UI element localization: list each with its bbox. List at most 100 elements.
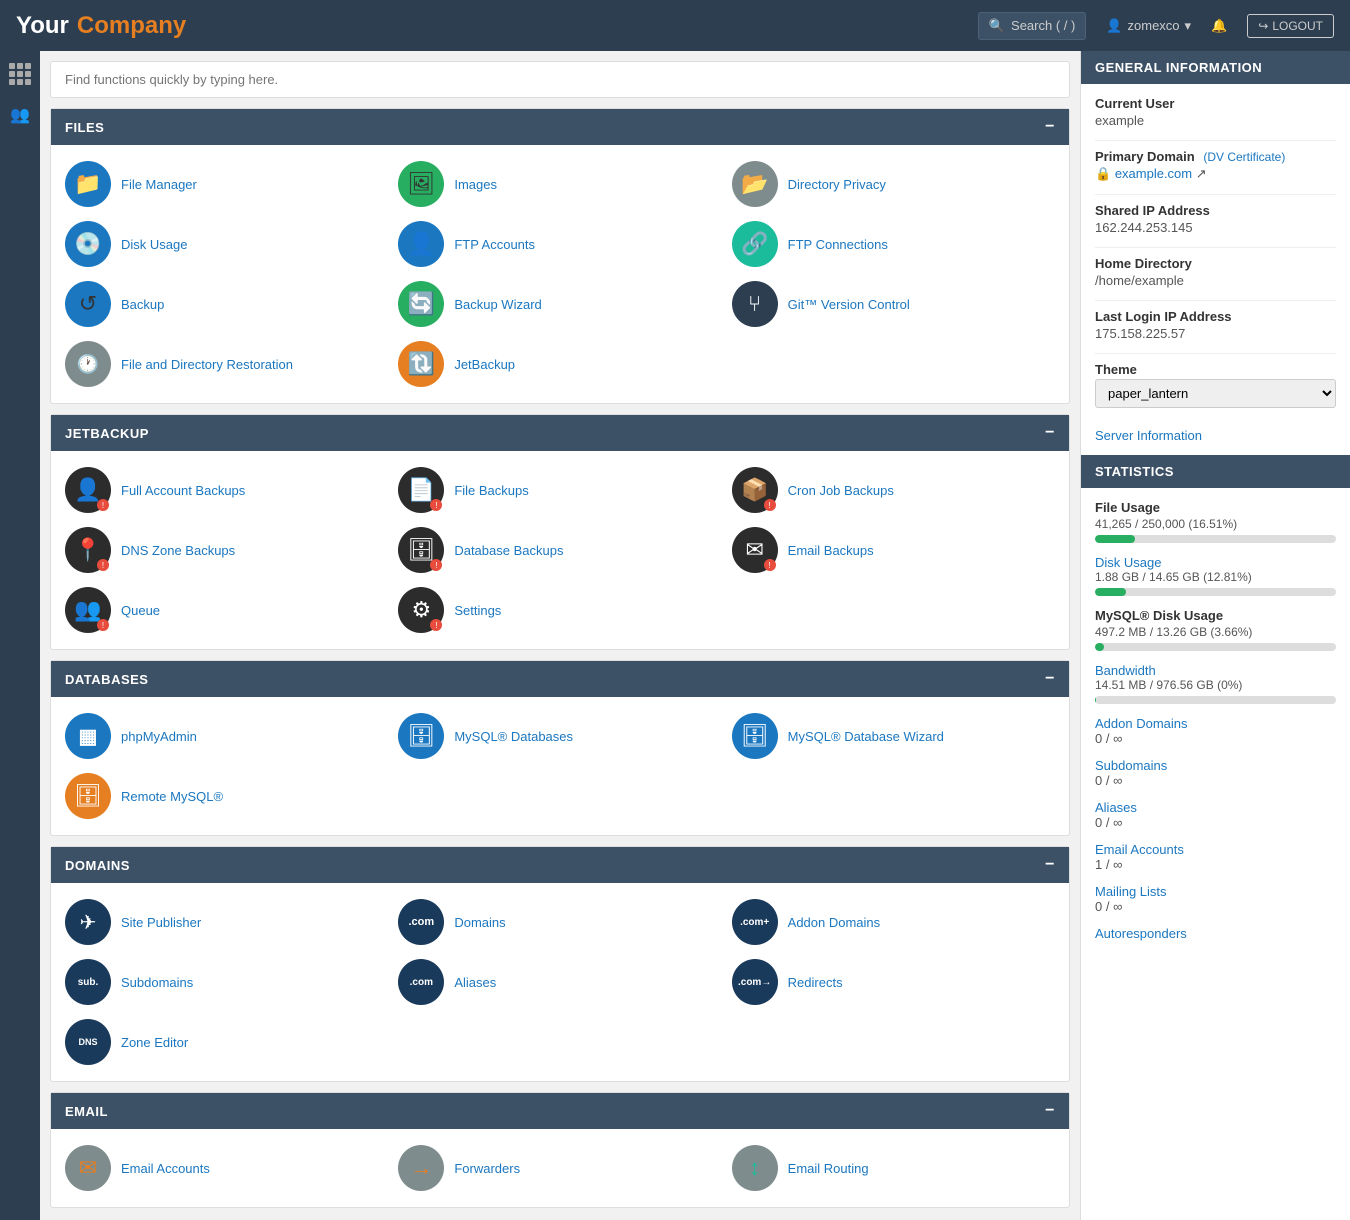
files-grid: 📁 File Manager 🖼 Images 📂 Directory Priv… xyxy=(65,161,1055,387)
list-item[interactable]: 📁 File Manager xyxy=(65,161,388,207)
mailing-lists-stat-row: Mailing Lists 0 / ∞ xyxy=(1095,884,1336,914)
backup-wizard-link[interactable]: Backup Wizard xyxy=(454,297,541,312)
directory-privacy-link[interactable]: Directory Privacy xyxy=(788,177,886,192)
full-account-backups-icon: 👤 ! xyxy=(65,467,111,513)
images-link[interactable]: Images xyxy=(454,177,497,192)
list-item[interactable]: 🗄 MySQL® Databases xyxy=(398,713,721,759)
addon-domains-link[interactable]: Addon Domains xyxy=(788,915,881,930)
database-backups-link[interactable]: Database Backups xyxy=(454,543,563,558)
disk-usage-link[interactable]: Disk Usage xyxy=(1095,555,1161,570)
list-item[interactable]: 💿 Disk Usage xyxy=(65,221,388,267)
email-routing-link[interactable]: Email Routing xyxy=(788,1161,869,1176)
file-dir-restore-link[interactable]: File and Directory Restoration xyxy=(121,357,293,372)
redirects-link[interactable]: Redirects xyxy=(788,975,843,990)
list-item[interactable]: .com+ Addon Domains xyxy=(732,899,1055,945)
list-item[interactable]: 📂 Directory Privacy xyxy=(732,161,1055,207)
phpmyadmin-link[interactable]: phpMyAdmin xyxy=(121,729,197,744)
site-publisher-link[interactable]: Site Publisher xyxy=(121,915,201,930)
list-item[interactable]: ⚙ ! Settings xyxy=(398,587,721,633)
list-item[interactable]: 👤 FTP Accounts xyxy=(398,221,721,267)
list-item[interactable]: 🕐 File and Directory Restoration xyxy=(65,341,388,387)
list-item[interactable]: ⑂ Git™ Version Control xyxy=(732,281,1055,327)
list-item[interactable]: DNS Zone Editor xyxy=(65,1019,388,1065)
list-item[interactable]: ✉ ! Email Backups xyxy=(732,527,1055,573)
list-item[interactable]: ✈ Site Publisher xyxy=(65,899,388,945)
settings-link[interactable]: Settings xyxy=(454,603,501,618)
users-icon[interactable]: 👥 xyxy=(10,105,30,125)
list-item[interactable]: 🔗 FTP Connections xyxy=(732,221,1055,267)
logout-button[interactable]: ↪ LOGOUT xyxy=(1247,14,1334,38)
disk-usage-link[interactable]: Disk Usage xyxy=(121,237,187,252)
email-backups-link[interactable]: Email Backups xyxy=(788,543,874,558)
backup-link[interactable]: Backup xyxy=(121,297,164,312)
theme-select[interactable]: paper_lantern xyxy=(1095,379,1336,408)
list-item[interactable]: → Forwarders xyxy=(398,1145,721,1191)
email-collapse[interactable]: − xyxy=(1045,1102,1055,1120)
home-dir-value: /home/example xyxy=(1095,273,1336,288)
user-menu[interactable]: 👤 zomexco ▾ xyxy=(1106,18,1191,34)
domains-collapse[interactable]: − xyxy=(1045,856,1055,874)
backup-icon: ↺ xyxy=(65,281,111,327)
list-item[interactable]: 📦 ! Cron Job Backups xyxy=(732,467,1055,513)
list-item[interactable]: sub. Subdomains xyxy=(65,959,388,1005)
queue-link[interactable]: Queue xyxy=(121,603,160,618)
list-item[interactable]: ▦ phpMyAdmin xyxy=(65,713,388,759)
list-item[interactable]: ↕ Email Routing xyxy=(732,1145,1055,1191)
databases-section-body: ▦ phpMyAdmin 🗄 MySQL® Databases 🗄 MySQL®… xyxy=(51,697,1069,835)
jetbackup-collapse[interactable]: − xyxy=(1045,424,1055,442)
cron-job-backups-link[interactable]: Cron Job Backups xyxy=(788,483,894,498)
aliases-stat-link[interactable]: Aliases xyxy=(1095,800,1137,815)
subdomains-link[interactable]: Subdomains xyxy=(121,975,193,990)
email-accounts-link[interactable]: Email Accounts xyxy=(121,1161,210,1176)
list-item[interactable]: 👤 ! Full Account Backups xyxy=(65,467,388,513)
file-backups-link[interactable]: File Backups xyxy=(454,483,528,498)
list-item[interactable]: 🗄 Remote MySQL® xyxy=(65,773,388,819)
list-item[interactable]: 🗄 ! Database Backups xyxy=(398,527,721,573)
addon-domains-stat-link[interactable]: Addon Domains xyxy=(1095,716,1188,731)
databases-collapse[interactable]: − xyxy=(1045,670,1055,688)
zone-editor-link[interactable]: Zone Editor xyxy=(121,1035,188,1050)
server-info-link[interactable]: Server Information xyxy=(1095,428,1202,443)
aliases-link[interactable]: Aliases xyxy=(454,975,496,990)
list-item[interactable]: 🔃 JetBackup xyxy=(398,341,721,387)
mysql-databases-link[interactable]: MySQL® Databases xyxy=(454,729,573,744)
general-info-header: GENERAL INFORMATION xyxy=(1081,51,1350,84)
full-account-backups-link[interactable]: Full Account Backups xyxy=(121,483,245,498)
list-item[interactable]: 🖼 Images xyxy=(398,161,721,207)
ftp-connections-link[interactable]: FTP Connections xyxy=(788,237,888,252)
list-item[interactable]: 🔄 Backup Wizard xyxy=(398,281,721,327)
list-item[interactable]: .com Domains xyxy=(398,899,721,945)
list-item[interactable]: ✉ Email Accounts xyxy=(65,1145,388,1191)
notifications-bell[interactable]: 🔔 xyxy=(1211,18,1227,34)
domains-link[interactable]: Domains xyxy=(454,915,505,930)
domain-link[interactable]: example.com xyxy=(1115,166,1192,181)
bandwidth-link[interactable]: Bandwidth xyxy=(1095,663,1156,678)
list-item[interactable]: 📍 ! DNS Zone Backups xyxy=(65,527,388,573)
mailing-lists-stat-link[interactable]: Mailing Lists xyxy=(1095,884,1167,899)
list-item[interactable]: 🗄 MySQL® Database Wizard xyxy=(732,713,1055,759)
dv-cert-link[interactable]: DV Certificate xyxy=(1207,150,1281,164)
forwarders-link[interactable]: Forwarders xyxy=(454,1161,520,1176)
files-collapse[interactable]: − xyxy=(1045,118,1055,136)
main-search-input[interactable] xyxy=(50,61,1070,98)
files-section: FILES − 📁 File Manager 🖼 Images 📂 Dire xyxy=(50,108,1070,404)
jetbackup-link[interactable]: JetBackup xyxy=(454,357,515,372)
ftp-accounts-link[interactable]: FTP Accounts xyxy=(454,237,535,252)
file-manager-link[interactable]: File Manager xyxy=(121,177,197,192)
email-accounts-stat-link[interactable]: Email Accounts xyxy=(1095,842,1184,857)
top-search[interactable]: 🔍 Search ( / ) xyxy=(978,12,1086,40)
dns-zone-backups-link[interactable]: DNS Zone Backups xyxy=(121,543,235,558)
subdomains-stat-link[interactable]: Subdomains xyxy=(1095,758,1167,773)
git-link[interactable]: Git™ Version Control xyxy=(788,297,910,312)
list-item[interactable]: .com Aliases xyxy=(398,959,721,1005)
grid-apps-icon[interactable] xyxy=(9,63,31,85)
list-item[interactable]: 📄 ! File Backups xyxy=(398,467,721,513)
list-item[interactable]: ↺ Backup xyxy=(65,281,388,327)
autoresponders-stat-link[interactable]: Autoresponders xyxy=(1095,926,1187,941)
mysql-disk-bar-bg xyxy=(1095,643,1336,651)
list-item[interactable]: .com→ Redirects xyxy=(732,959,1055,1005)
list-item[interactable]: 👥 ! Queue xyxy=(65,587,388,633)
mysql-wizard-link[interactable]: MySQL® Database Wizard xyxy=(788,729,944,744)
lock-icon: 🔒 xyxy=(1095,166,1111,181)
remote-mysql-link[interactable]: Remote MySQL® xyxy=(121,789,223,804)
